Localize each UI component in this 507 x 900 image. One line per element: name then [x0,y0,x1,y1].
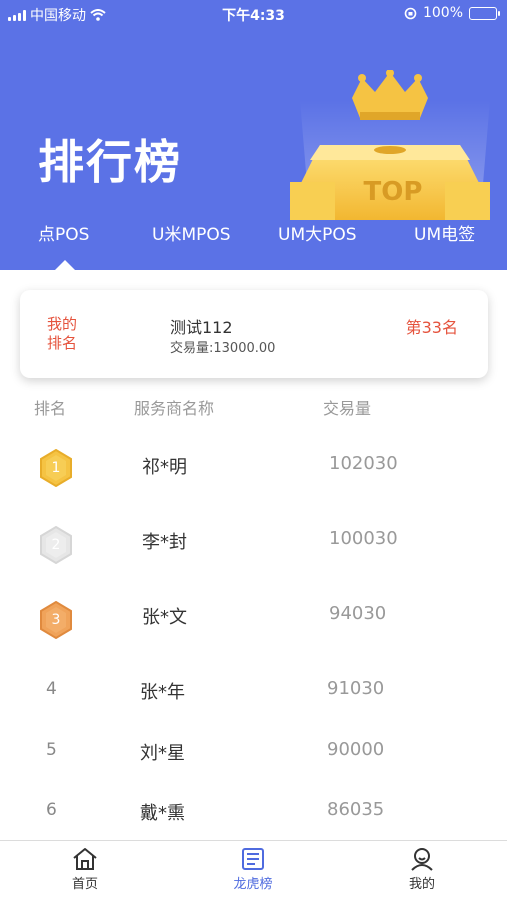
ranking-row[interactable]: 2 李*封 100030 [0,512,507,572]
provider-name: 李*封 [142,532,187,553]
trade-volume: 86035 [327,799,385,820]
tab-bar: 点POS U米MPOS UM大POS UM电签 [0,220,507,270]
nav-home[interactable]: 首页 [45,847,125,892]
nav-profile[interactable]: 我的 [382,847,462,892]
rank-number: 4 [46,679,57,699]
my-rank-label: 我的排名 [47,315,78,352]
provider-name: 刘*星 [140,743,185,764]
trophy-top-text: TOP [364,177,423,207]
leaderboard-icon [242,848,264,870]
bottom-nav: 首页 龙虎榜 我的 [0,840,507,900]
rank-number: 5 [46,740,57,760]
user-icon [411,848,433,871]
list-header: 排名 服务商名称 交易量 [0,395,507,419]
active-tab-indicator [55,260,75,270]
trade-volume: 94030 [329,603,387,624]
tab-um-big-pos[interactable]: UM大POS [278,220,357,245]
ranking-row[interactable]: 4 张*年 91030 [0,666,507,726]
provider-name: 祁*明 [142,457,187,478]
my-rank-position: 第33名 [405,318,458,337]
trade-volume: 100030 [329,528,398,549]
column-trade-volume: 交易量 [323,399,372,418]
ranking-row[interactable]: 6 戴*熏 86035 [0,787,507,847]
provider-name: 张*年 [140,682,185,703]
status-bar: 中国移动 下午4:33 100% [0,0,507,28]
nav-leaderboard[interactable]: 龙虎榜 [213,847,293,892]
rank-number: 6 [46,800,57,820]
bronze-medal-icon: 3 [39,600,73,640]
silver-medal-icon: 2 [39,525,73,565]
gold-medal-icon: 1 [39,448,73,488]
battery-icon [469,6,500,20]
rank-number: 1 [51,460,61,476]
battery-percent: 100% [422,5,463,21]
my-trade-volume: 交易量:13000.00 [170,341,276,356]
nav-leaderboard-label: 龙虎榜 [233,877,273,892]
page-title: 排行榜 [38,135,182,189]
ranking-row[interactable]: 5 刘*星 90000 [0,727,507,787]
provider-name: 张*文 [142,607,187,628]
orientation-lock-icon [404,7,417,19]
trade-volume: 91030 [327,678,385,699]
header: 中国移动 下午4:33 100% 排行榜 TOP 点POS U米MPOS UM大… [0,0,507,270]
rank-number: 3 [51,612,61,628]
tab-um-esign[interactable]: UM电签 [414,220,475,245]
column-provider-name: 服务商名称 [134,399,215,418]
trade-volume: 102030 [329,453,398,474]
column-rank: 排名 [34,399,67,418]
ranking-row[interactable]: 3 张*文 94030 [0,588,507,648]
rank-number: 2 [51,537,61,553]
home-icon [73,848,97,870]
nav-profile-label: 我的 [408,877,435,892]
provider-name: 戴*熏 [140,803,185,824]
my-provider-name: 测试112 [170,318,233,337]
trade-volume: 90000 [327,739,385,760]
nav-home-label: 首页 [71,877,98,892]
tab-dianpos[interactable]: 点POS [38,220,89,245]
tab-umi-mpos[interactable]: U米MPOS [152,220,231,245]
my-rank-card: 我的排名 测试112 交易量:13000.00 第33名 [20,290,488,378]
status-right: 100% [404,5,500,21]
leaderboard-screen: 中国移动 下午4:33 100% 排行榜 TOP 点POS U米MPOS UM大… [0,0,507,900]
ranking-row[interactable]: 1 祁*明 102030 [0,437,507,497]
